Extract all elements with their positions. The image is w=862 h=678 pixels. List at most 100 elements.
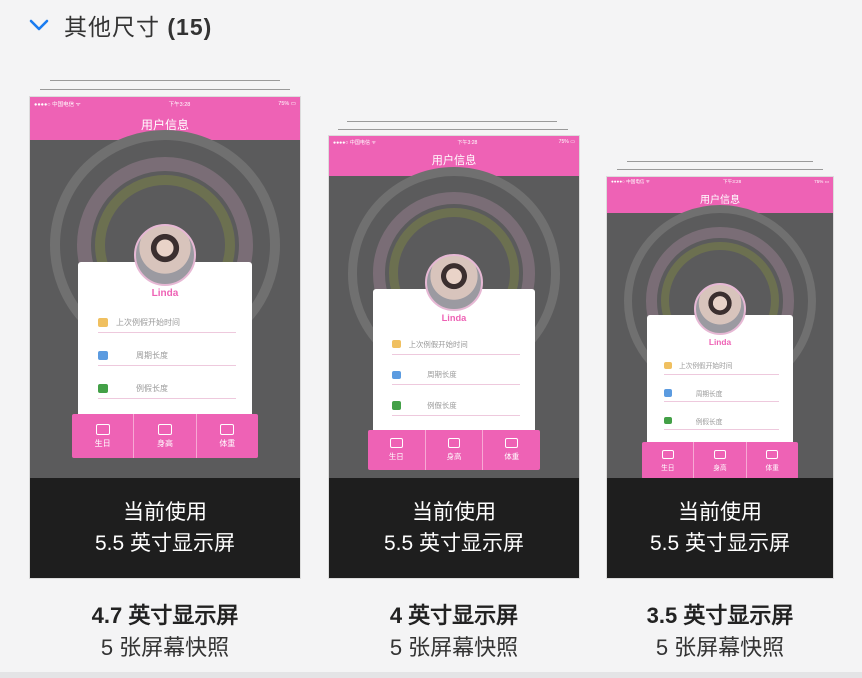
tab-label: 生日	[94, 438, 111, 448]
tab-2[interactable]: 体重	[483, 430, 540, 471]
field-icon	[663, 361, 673, 370]
status-bar: ●●●●○ 中国电信 ᯤ 下午3:28 75% ▭	[30, 97, 300, 110]
tab-label: 生日	[388, 451, 404, 461]
tab-0[interactable]: 生日	[72, 414, 135, 458]
screenshot-count: 5 张屏幕快照	[389, 635, 519, 660]
other-sizes-header[interactable]: 其他尺寸 (15)	[28, 10, 212, 40]
status-battery: 75% ▭	[558, 139, 575, 146]
usage-line-2: 5.5 英寸显示屏	[94, 532, 236, 555]
field-icon	[98, 350, 108, 360]
status-bar: ●●●●○ 中国电信 ᯤ 下午3:28 75% ▭	[329, 136, 579, 149]
avatar	[134, 224, 196, 286]
person-icon	[447, 437, 461, 449]
status-carrier: ●●●●○ 中国电信 ᯤ	[611, 179, 650, 185]
current-usage-overlay: 当前使用 5.5 英寸显示屏	[30, 478, 300, 578]
tab-label: 身高	[713, 464, 727, 472]
field-icon	[663, 416, 673, 425]
tab-0[interactable]: 生日	[368, 429, 426, 471]
current-usage-overlay: 当前使用 5.5 英寸显示屏	[607, 478, 833, 578]
calendar-icon	[95, 423, 110, 435]
form-field[interactable]: 上次例假开始时间	[98, 312, 236, 333]
device-caption: 4.7 英寸显示屏 5 张屏幕快照	[45, 600, 285, 664]
calendar-icon	[661, 449, 674, 460]
field-label: 例假长度	[427, 400, 457, 410]
form-field[interactable]: 上次例假开始时间	[391, 335, 520, 355]
device-size-title: 4.7 英寸显示屏	[91, 603, 239, 628]
section-count: (15)	[167, 14, 213, 40]
avatar	[694, 283, 746, 336]
form-field[interactable]: 例假长度	[98, 378, 236, 399]
stack-line	[50, 80, 280, 81]
status-time: 下午3:28	[168, 101, 191, 108]
scale-icon	[766, 449, 779, 460]
stack-line	[40, 89, 290, 90]
user-name: Linda	[708, 336, 732, 347]
field-icon	[663, 389, 673, 397]
device-caption: 4 英寸显示屏 5 张屏幕快照	[334, 600, 574, 664]
field-icon	[98, 317, 108, 327]
field-label: 周期长度	[136, 350, 168, 360]
tab-label: 身高	[156, 438, 173, 448]
tab-2[interactable]: 体重	[197, 414, 258, 458]
field-icon	[391, 340, 402, 349]
stack-line	[627, 161, 813, 162]
stack-line	[617, 169, 823, 170]
field-label: 周期长度	[427, 370, 457, 380]
tab-label: 身高	[446, 451, 462, 461]
stack-line	[338, 129, 568, 130]
bottom-tab-bar: 生日 身高 体重	[367, 429, 541, 471]
usage-line-2: 5.5 英寸显示屏	[383, 532, 525, 555]
screenshot-thumbnail[interactable]: ●●●●○ 中国电信 ᯤ 下午3:28 75% ▭ 用户信息 Linda 上次例假开始时间…	[329, 136, 579, 578]
scale-icon	[220, 423, 235, 435]
screenshot-count: 5 张屏幕快照	[100, 635, 230, 660]
device-size-title: 3.5 英寸显示屏	[646, 603, 794, 628]
bottom-tab-bar: 生日 身高 体重	[72, 414, 258, 458]
person-icon	[157, 423, 172, 435]
tab-1[interactable]: 身高	[426, 429, 484, 471]
status-carrier: ●●●●○ 中国电信 ᯤ	[34, 101, 81, 108]
usage-line-1: 当前使用	[678, 501, 762, 524]
field-label: 周期长度	[695, 390, 723, 398]
user-name: Linda	[441, 312, 467, 323]
section-title: 其他尺寸 (15)	[64, 14, 213, 40]
tab-label: 体重	[504, 451, 520, 461]
status-time: 下午3:28	[457, 139, 478, 146]
field-label: 上次例假开始时间	[678, 363, 733, 371]
screenshot-count: 5 张屏幕快照	[655, 635, 785, 660]
form-field[interactable]: 上次例假开始时间	[663, 357, 780, 375]
tab-1[interactable]: 身高	[694, 442, 747, 480]
device-size-title: 4 英寸显示屏	[389, 603, 519, 628]
status-battery: 75% ▭	[814, 179, 829, 185]
device-caption: 3.5 英寸显示屏 5 张屏幕快照	[600, 600, 840, 664]
field-icon	[98, 383, 108, 393]
form-field[interactable]: 例假长度	[391, 396, 520, 416]
stack-line	[347, 121, 557, 122]
scale-icon	[505, 437, 519, 449]
field-label: 例假长度	[695, 418, 723, 426]
field-label: 上次例假开始时间	[408, 339, 468, 349]
user-name: Linda	[151, 288, 179, 299]
chevron-down-icon[interactable]	[28, 14, 50, 36]
screenshot-thumbnail[interactable]: ●●●●○ 中国电信 ᯤ 下午3:28 75% ▭ 用户信息 Linda 上次例假开始时间…	[607, 177, 833, 578]
tab-0[interactable]: 生日	[642, 442, 695, 480]
tab-1[interactable]: 身高	[134, 414, 197, 458]
form-field[interactable]: 例假长度	[663, 412, 780, 430]
bottom-divider	[0, 672, 862, 678]
screenshot-thumbnail[interactable]: ●●●●○ 中国电信 ᯤ 下午3:28 75% ▭ 用户信息 Linda 上次例假开始时间…	[30, 97, 300, 578]
field-label: 上次例假开始时间	[116, 317, 180, 327]
status-time: 下午3:28	[723, 179, 742, 185]
form-field[interactable]: 周期长度	[98, 345, 236, 366]
form-field[interactable]: 周期长度	[391, 366, 520, 386]
bottom-tab-bar: 生日 身高 体重	[642, 442, 798, 480]
field-icon	[391, 401, 402, 410]
usage-line-2: 5.5 英寸显示屏	[649, 532, 791, 555]
person-icon	[714, 449, 726, 460]
tab-2[interactable]: 体重	[747, 442, 798, 479]
tab-label: 生日	[661, 464, 675, 472]
form-field[interactable]: 周期长度	[663, 385, 780, 403]
status-carrier: ●●●●○ 中国电信 ᯤ	[333, 139, 377, 146]
field-label: 例假长度	[136, 383, 168, 393]
calendar-icon	[389, 437, 403, 449]
usage-line-1: 当前使用	[123, 501, 207, 524]
status-battery: 75% ▭	[278, 100, 296, 107]
